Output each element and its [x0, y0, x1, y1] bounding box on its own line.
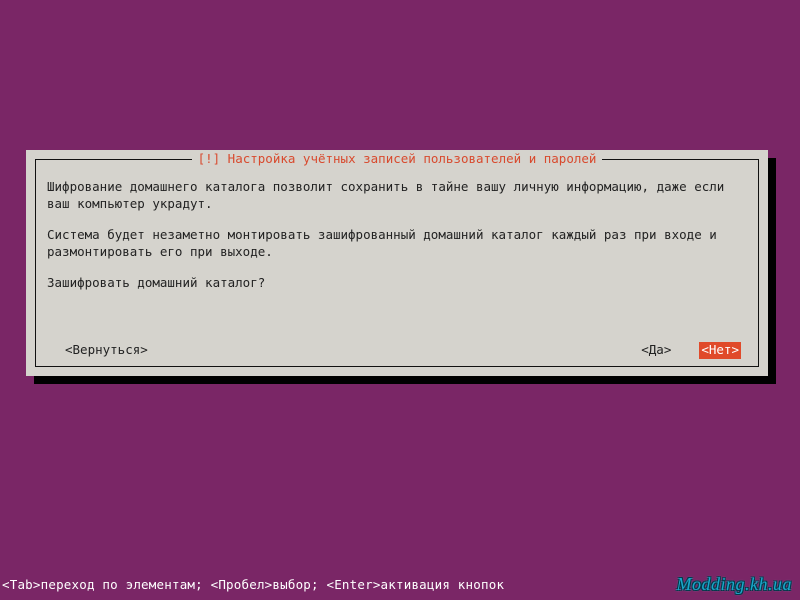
no-button[interactable]: <Нет> [699, 342, 741, 359]
footer-help-text: <Tab>переход по элементам; <Пробел>выбор… [2, 577, 504, 594]
dialog-paragraph-2: Система будет незаметно монтировать заши… [47, 227, 747, 261]
dialog-body: Шифрование домашнего каталога позволит с… [47, 179, 747, 355]
dialog-title: [!] Настройка учётных записей пользовате… [192, 151, 603, 166]
installer-screen: [!] Настройка учётных записей пользовате… [0, 0, 800, 600]
dialog-title-wrap: [!] Настройка учётных записей пользовате… [36, 151, 758, 168]
encrypt-home-dialog: [!] Настройка учётных записей пользовате… [26, 150, 768, 376]
dialog-buttons: <Вернуться> <Да> <Нет> [47, 342, 747, 359]
back-button[interactable]: <Вернуться> [65, 342, 148, 359]
dialog-question: Зашифровать домашний каталог? [47, 275, 747, 292]
watermark-text: Modding.kh.ua [677, 572, 792, 596]
yes-button[interactable]: <Да> [641, 342, 671, 359]
dialog-paragraph-1: Шифрование домашнего каталога позволит с… [47, 179, 747, 213]
